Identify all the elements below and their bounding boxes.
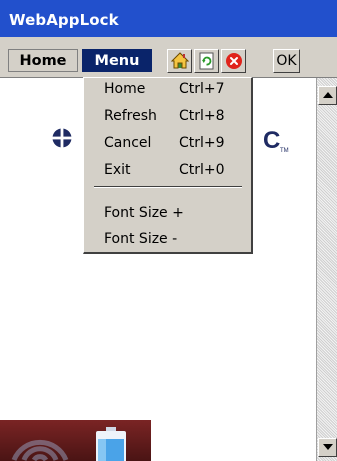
scroll-up-button[interactable]	[318, 86, 337, 105]
menu-item-label: Home	[104, 81, 146, 97]
menu-item-shortcut: Ctrl+0	[179, 162, 225, 178]
close-toolbar-button[interactable]	[221, 49, 246, 73]
trademark-mark: TM	[280, 148, 289, 154]
menu-item-shortcut: Ctrl+7	[179, 81, 225, 97]
menu-item-label: Font Size -	[104, 231, 178, 247]
app-title: WebAppLock	[9, 11, 119, 29]
wifi-signal-icon	[11, 439, 69, 461]
menu-item-font-size-increase[interactable]: Font Size +	[84, 202, 252, 224]
svg-text:C: C	[263, 129, 280, 151]
home-icon	[171, 52, 189, 69]
menu-item-label: Font Size +	[104, 205, 184, 221]
arrow-down-icon	[323, 444, 333, 450]
menu-item-label: Exit	[104, 162, 131, 178]
menu-dropdown: Home Ctrl+7 Refresh Ctrl+8 Cancel Ctrl+9…	[83, 77, 253, 254]
close-icon	[226, 53, 242, 69]
menu-item-refresh[interactable]: Refresh Ctrl+8	[84, 105, 252, 127]
logo-symbol-icon	[52, 128, 72, 148]
menu-separator	[94, 186, 242, 188]
menu-menu-button[interactable]: Menu	[82, 49, 152, 72]
refresh-icon	[199, 52, 214, 70]
refresh-toolbar-button[interactable]	[194, 49, 219, 73]
menu-item-cancel[interactable]: Cancel Ctrl+9	[84, 132, 252, 154]
menu-item-font-size-decrease[interactable]: Font Size -	[84, 228, 252, 250]
menu-toolbar: Home Menu OK	[0, 37, 337, 78]
home-toolbar-button[interactable]	[167, 49, 192, 73]
home-menu-button[interactable]: Home	[8, 49, 78, 72]
arrow-up-icon	[323, 92, 333, 98]
battery-icon	[96, 427, 126, 461]
menu-item-label: Refresh	[104, 108, 157, 124]
menu-item-label: Cancel	[104, 135, 152, 151]
menu-item-exit[interactable]: Exit Ctrl+0	[84, 159, 252, 181]
menu-item-shortcut: Ctrl+9	[179, 135, 225, 151]
scroll-down-button[interactable]	[318, 438, 337, 457]
title-bar: WebAppLock	[0, 0, 337, 37]
menu-item-shortcut: Ctrl+8	[179, 108, 225, 124]
menu-item-home[interactable]: Home Ctrl+7	[84, 78, 252, 100]
vertical-scrollbar[interactable]	[316, 78, 337, 461]
ok-button[interactable]: OK	[273, 49, 300, 73]
status-taskbar	[0, 420, 151, 461]
